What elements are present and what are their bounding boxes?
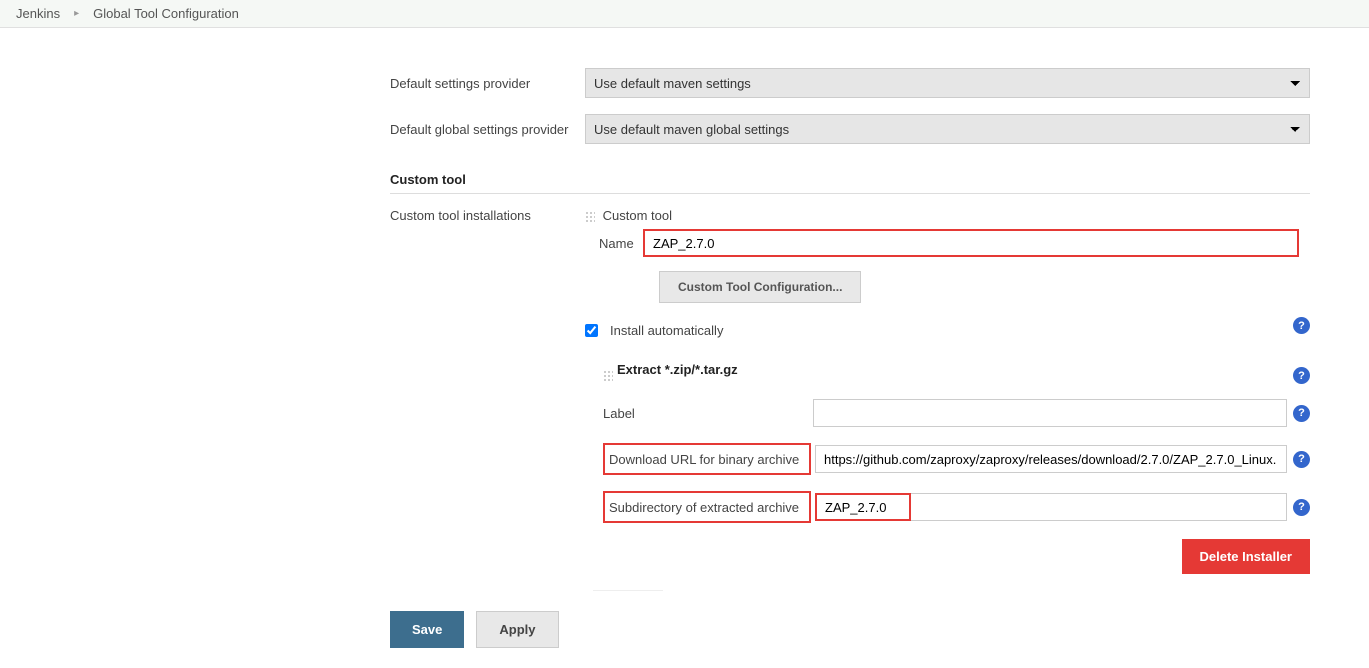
- divider: [390, 193, 1310, 194]
- global-settings-select[interactable]: Use default maven global settings: [585, 114, 1310, 144]
- download-url-input[interactable]: [815, 445, 1287, 473]
- custom-tool-installations-label: Custom tool installations: [390, 208, 585, 223]
- default-settings-row: Default settings provider Use default ma…: [390, 68, 1310, 98]
- footer-buttons: Save Apply: [390, 611, 1310, 648]
- custom-tool-header: Custom tool: [585, 208, 1310, 223]
- name-label: Name: [599, 236, 643, 251]
- install-auto-checkbox[interactable]: [585, 324, 598, 337]
- delete-installer-button[interactable]: Delete Installer: [1182, 539, 1311, 574]
- chevron-right-icon: ▸: [74, 8, 79, 19]
- breadcrumb: Jenkins ▸ Global Tool Configuration: [0, 0, 1369, 28]
- default-settings-label: Default settings provider: [390, 76, 585, 91]
- label-input[interactable]: [813, 399, 1287, 427]
- help-icon[interactable]: ?: [1293, 499, 1310, 516]
- help-icon[interactable]: ?: [1293, 367, 1310, 384]
- custom-tool-title: Custom tool: [603, 208, 672, 223]
- drag-handle-icon[interactable]: [585, 211, 595, 223]
- help-icon[interactable]: ?: [1293, 317, 1310, 334]
- custom-tool-section-title: Custom tool: [390, 172, 1310, 191]
- global-settings-row: Default global settings provider Use def…: [390, 114, 1310, 144]
- subdir-input-rest[interactable]: [911, 493, 1287, 521]
- drag-handle-icon[interactable]: [603, 370, 613, 382]
- download-url-label: Download URL for binary archive: [603, 443, 811, 475]
- divider: [593, 590, 663, 591]
- extract-title: Extract *.zip/*.tar.gz: [617, 362, 738, 377]
- help-icon[interactable]: ?: [1293, 451, 1310, 468]
- name-input[interactable]: [643, 229, 1299, 257]
- breadcrumb-page[interactable]: Global Tool Configuration: [93, 6, 239, 21]
- default-settings-select[interactable]: Use default maven settings: [585, 68, 1310, 98]
- install-auto-label: Install automatically: [610, 323, 723, 338]
- help-icon[interactable]: ?: [1293, 405, 1310, 422]
- subdir-label: Subdirectory of extracted archive: [603, 491, 811, 523]
- subdir-input[interactable]: [815, 493, 911, 521]
- label-field-label: Label: [603, 406, 813, 421]
- breadcrumb-home[interactable]: Jenkins: [16, 6, 60, 21]
- save-button[interactable]: Save: [390, 611, 464, 648]
- apply-button[interactable]: Apply: [476, 611, 558, 648]
- custom-tool-config-button[interactable]: Custom Tool Configuration...: [659, 271, 861, 303]
- global-settings-label: Default global settings provider: [390, 122, 585, 137]
- main-content: Default settings provider Use default ma…: [0, 28, 1330, 668]
